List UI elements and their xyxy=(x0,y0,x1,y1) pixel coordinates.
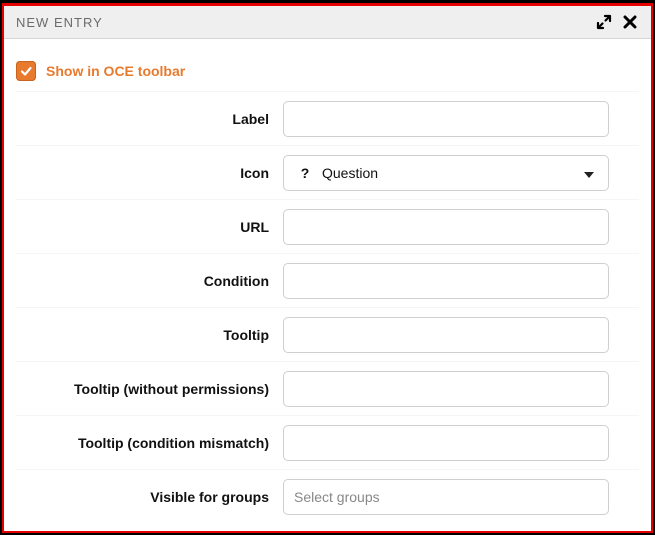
url-input[interactable] xyxy=(283,209,609,245)
show-in-toolbar-row: Show in OCE toolbar xyxy=(16,57,639,91)
label-tooltip-noperm: Tooltip (without permissions) xyxy=(16,381,283,397)
row-tooltip: Tooltip xyxy=(16,307,639,361)
show-in-toolbar-label[interactable]: Show in OCE toolbar xyxy=(46,63,185,79)
label-input[interactable] xyxy=(283,101,609,137)
new-entry-dialog: NEW ENTRY Show in OCE toolbar Label xyxy=(2,3,653,533)
label-url: URL xyxy=(16,219,283,235)
visible-groups-placeholder: Select groups xyxy=(294,489,380,505)
label-label: Label xyxy=(16,111,283,127)
dialog-body: Show in OCE toolbar Label Icon ? Questio… xyxy=(4,39,651,531)
label-condition: Condition xyxy=(16,273,283,289)
condition-input[interactable] xyxy=(283,263,609,299)
dialog-title: NEW ENTRY xyxy=(16,15,589,30)
icon-select[interactable]: ? Question xyxy=(283,155,609,191)
label-visible-groups: Visible for groups xyxy=(16,489,283,505)
chevron-down-icon xyxy=(584,165,594,181)
row-tooltip-noperm: Tooltip (without permissions) xyxy=(16,361,639,415)
question-icon: ? xyxy=(298,165,312,181)
row-condition: Condition xyxy=(16,253,639,307)
row-visible-groups: Visible for groups Select groups xyxy=(16,469,639,523)
row-label: Label xyxy=(16,91,639,145)
expand-icon[interactable] xyxy=(593,11,615,33)
show-in-toolbar-checkbox[interactable] xyxy=(16,61,36,81)
tooltip-noperm-input[interactable] xyxy=(283,371,609,407)
close-icon[interactable] xyxy=(619,11,641,33)
titlebar: NEW ENTRY xyxy=(4,6,651,39)
icon-select-value: Question xyxy=(322,165,598,181)
tooltip-input[interactable] xyxy=(283,317,609,353)
tooltip-mismatch-input[interactable] xyxy=(283,425,609,461)
row-tooltip-mismatch: Tooltip (condition mismatch) xyxy=(16,415,639,469)
visible-groups-select[interactable]: Select groups xyxy=(283,479,609,515)
label-tooltip-mismatch: Tooltip (condition mismatch) xyxy=(16,435,283,451)
row-url: URL xyxy=(16,199,639,253)
label-tooltip: Tooltip xyxy=(16,327,283,343)
row-icon: Icon ? Question xyxy=(16,145,639,199)
label-icon: Icon xyxy=(16,165,283,181)
